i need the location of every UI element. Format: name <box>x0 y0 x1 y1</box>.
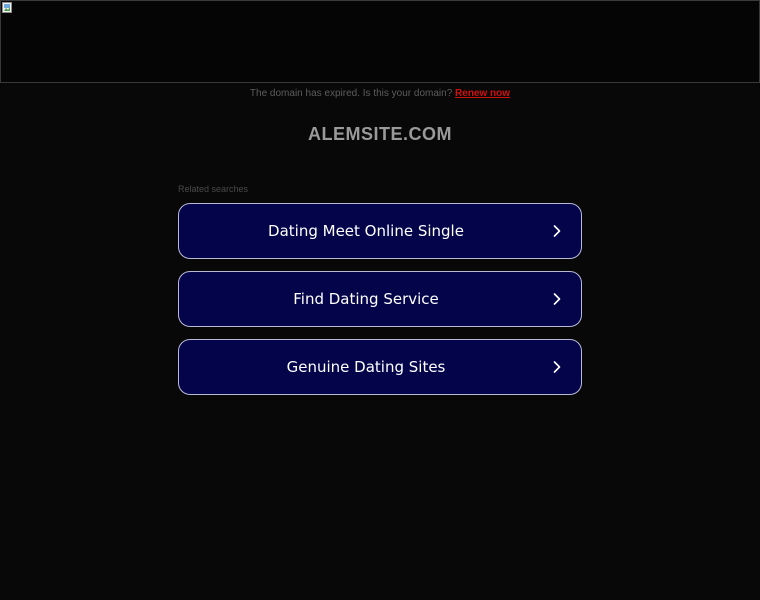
search-button-dating-meet-online-single[interactable]: Dating Meet Online Single <box>178 203 582 259</box>
related-searches-list: Dating Meet Online Single Find Dating Se… <box>178 203 582 407</box>
renew-now-link[interactable]: Renew now <box>455 88 510 99</box>
chevron-right-icon <box>553 225 561 237</box>
top-banner[interactable] <box>0 0 760 83</box>
search-button-label: Find Dating Service <box>293 290 439 308</box>
domain-title: ALEMSITE.COM <box>308 124 452 144</box>
chevron-right-icon <box>553 293 561 305</box>
chevron-right-icon <box>553 361 561 373</box>
broken-image-icon <box>2 2 12 13</box>
notice-text: The domain has expired. Is this your dom… <box>249 88 453 99</box>
search-button-genuine-dating-sites[interactable]: Genuine Dating Sites <box>178 339 582 395</box>
search-button-find-dating-service[interactable]: Find Dating Service <box>178 271 582 327</box>
search-button-label: Dating Meet Online Single <box>268 222 464 240</box>
related-searches-label: Related searches <box>178 184 249 194</box>
domain-expired-notice: The domain has expired. Is this your dom… <box>0 88 760 99</box>
search-button-label: Genuine Dating Sites <box>286 358 446 376</box>
